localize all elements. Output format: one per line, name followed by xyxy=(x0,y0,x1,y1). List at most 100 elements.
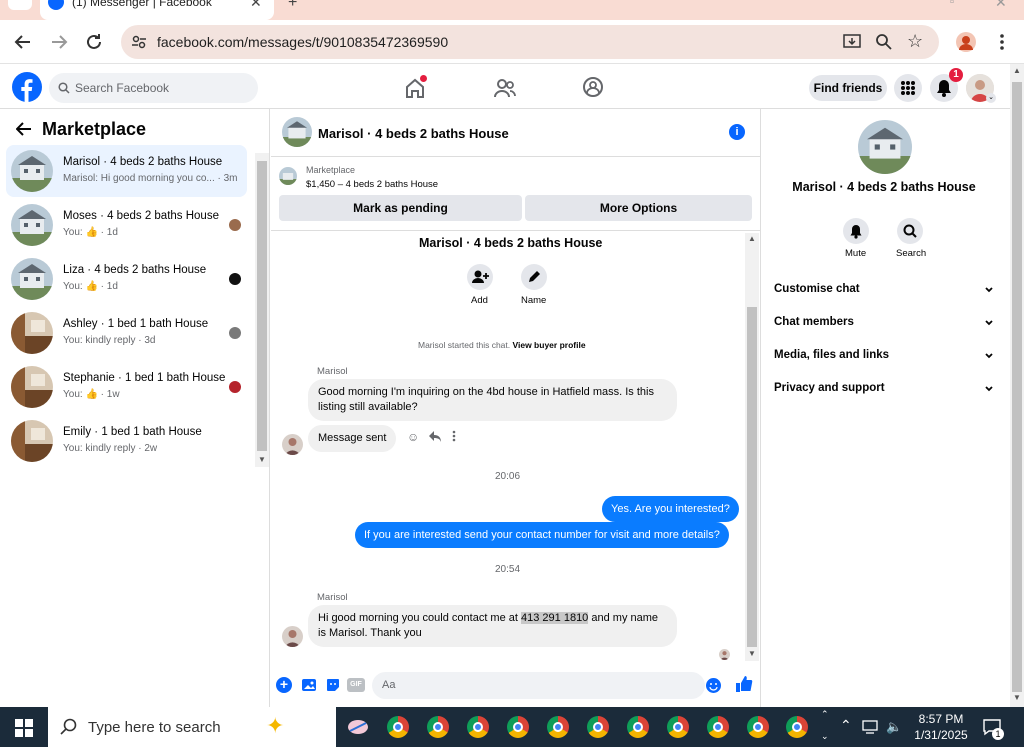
scrollbar-thumb[interactable] xyxy=(747,307,757,647)
info-icon[interactable]: i xyxy=(729,124,745,140)
mark-as-pending-button[interactable]: Mark as pending xyxy=(279,195,522,221)
mute-button[interactable] xyxy=(843,218,869,244)
chrome-taskbar-icon[interactable] xyxy=(467,716,489,738)
chrome-taskbar-icon[interactable] xyxy=(627,716,649,738)
find-friends-button[interactable]: Find friends xyxy=(809,75,887,101)
show-hidden-icons-icon[interactable]: ⌃ xyxy=(840,717,852,734)
sparkle-icon[interactable]: ✦ xyxy=(266,713,284,739)
sender-avatar[interactable] xyxy=(282,626,303,647)
outgoing-message[interactable]: Yes. Are you interested? xyxy=(602,496,739,522)
close-tab-icon[interactable]: ✕ xyxy=(250,0,262,11)
chrome-taskbar-icon[interactable] xyxy=(387,716,409,738)
section-customise-chat[interactable]: Customise chat xyxy=(762,277,1006,303)
scroll-up-icon[interactable]: ▲ xyxy=(748,234,756,243)
section-media-files-links[interactable]: Media, files and links xyxy=(762,343,1006,369)
windows-start-icon[interactable] xyxy=(15,719,33,737)
taskbar-search-box[interactable]: Type here to search ✦ xyxy=(48,707,336,747)
install-app-icon[interactable] xyxy=(843,33,861,51)
friends-nav-icon[interactable] xyxy=(493,77,517,99)
sender-avatar[interactable] xyxy=(282,434,303,455)
scroll-down-icon[interactable]: ▼ xyxy=(1013,693,1021,702)
taskbar-clock[interactable]: 8:57 PM 1/31/2025 xyxy=(908,711,974,743)
chat-title[interactable]: Marisol · 4 beds 2 baths House xyxy=(318,126,509,141)
add-member-button[interactable] xyxy=(467,264,493,290)
attach-photo-icon[interactable] xyxy=(301,677,317,693)
scrollbar-thumb[interactable] xyxy=(1012,82,1022,692)
close-window-icon[interactable]: ✕ xyxy=(995,0,1007,11)
browser-menu-icon[interactable] xyxy=(996,32,1008,52)
message-input[interactable]: Aa xyxy=(372,672,721,699)
incoming-message[interactable]: Hi good morning you could contact me at … xyxy=(308,605,677,647)
incoming-message[interactable]: Good morning I'm inquiring on the 4bd ho… xyxy=(308,379,677,421)
back-icon[interactable] xyxy=(11,30,35,54)
back-arrow-icon[interactable] xyxy=(16,122,32,136)
marketplace-listing-bar: Marketplace $1,450 – 4 beds 2 baths Hous… xyxy=(271,156,761,231)
zoom-icon[interactable] xyxy=(875,33,893,51)
conversation-item[interactable]: Ashley · 1 bed 1 bath House You: kindly … xyxy=(6,307,247,359)
chat-header-thumbnail[interactable] xyxy=(282,117,312,147)
chrome-taskbar-icon[interactable] xyxy=(747,716,769,738)
new-tab-icon[interactable]: + xyxy=(288,0,297,12)
scroll-down-icon[interactable]: ▼ xyxy=(258,455,266,464)
clock-date: 1/31/2025 xyxy=(914,728,968,742)
more-actions-plus-icon[interactable]: + xyxy=(276,677,292,693)
bookmark-star-icon[interactable]: ☆ xyxy=(907,31,923,52)
chat-scrollbar[interactable]: ▲ ▼ xyxy=(745,233,759,661)
chrome-taskbar-icon[interactable] xyxy=(667,716,689,738)
conversation-scrollbar[interactable]: ▼ xyxy=(255,153,269,467)
more-actions-icon[interactable] xyxy=(452,430,456,442)
reply-icon[interactable] xyxy=(428,429,442,443)
forward-icon[interactable] xyxy=(47,30,71,54)
conversation-item[interactable]: Marisol · 4 beds 2 baths House Marisol: … xyxy=(6,145,247,197)
browser-tab[interactable]: (1) Messenger | Facebook ✕ xyxy=(40,0,274,20)
menu-button[interactable] xyxy=(894,74,922,102)
volume-icon[interactable]: 🔈 xyxy=(886,719,902,735)
scroll-up-icon[interactable]: ▲ xyxy=(1013,66,1021,75)
conversation-item[interactable]: Stephanie · 1 bed 1 bath House You: 👍 · … xyxy=(6,361,247,413)
tab-search-button[interactable] xyxy=(8,0,32,10)
url-text[interactable]: facebook.com/messages/t/9010835472369590 xyxy=(157,34,448,50)
send-like-icon[interactable] xyxy=(735,675,753,693)
profile-icon[interactable] xyxy=(956,32,976,52)
sticker-icon[interactable] xyxy=(325,677,341,693)
highlighted-phone-number[interactable]: 413 291 1810 xyxy=(521,612,589,624)
outgoing-message[interactable]: If you are interested send your contact … xyxy=(355,522,729,548)
listing-avatar-large[interactable] xyxy=(858,120,912,174)
facebook-logo-icon[interactable] xyxy=(12,72,42,102)
facebook-search-input[interactable]: Search Facebook xyxy=(49,73,258,103)
conversation-item[interactable]: Liza · 4 beds 2 baths House You: 👍 · 1d xyxy=(6,253,247,305)
groups-nav-icon[interactable] xyxy=(582,76,604,98)
view-buyer-profile-link[interactable]: View buyer profile xyxy=(512,340,585,350)
address-bar[interactable]: facebook.com/messages/t/9010835472369590… xyxy=(121,25,939,59)
gif-icon[interactable]: GIF xyxy=(347,678,365,692)
message-sent-bubble[interactable]: Message sent xyxy=(308,425,397,452)
chrome-taskbar-icon[interactable] xyxy=(507,716,529,738)
site-settings-icon[interactable] xyxy=(131,34,147,50)
edit-name-button[interactable] xyxy=(521,264,547,290)
search-in-conversation-button[interactable] xyxy=(897,218,923,244)
taskbar-scroll-down-icon[interactable]: ⌄ xyxy=(821,731,829,742)
emoji-icon[interactable] xyxy=(706,678,721,693)
chrome-taskbar-icon[interactable] xyxy=(427,716,449,738)
conversation-item[interactable]: Emily · 1 bed 1 bath House You: kindly r… xyxy=(6,415,247,467)
scrollbar-thumb[interactable] xyxy=(257,161,267,451)
taskbar-scroll-up-icon[interactable]: ⌃ xyxy=(821,709,829,720)
section-chat-members[interactable]: Chat members xyxy=(762,310,1006,336)
section-privacy-support[interactable]: Privacy and support xyxy=(762,376,1006,402)
listing-price-title[interactable]: $1,450 – 4 beds 2 baths House xyxy=(306,179,438,190)
account-chevron-icon[interactable]: ⌄ xyxy=(986,93,996,103)
reload-icon[interactable] xyxy=(82,30,106,54)
chrome-taskbar-icon[interactable] xyxy=(786,716,808,738)
chrome-taskbar-icon[interactable] xyxy=(547,716,569,738)
chrome-taskbar-icon[interactable] xyxy=(707,716,729,738)
conversation-item[interactable]: Moses · 4 beds 2 baths House You: 👍 · 1d xyxy=(6,199,247,251)
restore-window-icon[interactable]: ▫ xyxy=(950,0,954,8)
more-options-button[interactable]: More Options xyxy=(525,195,752,221)
chrome-taskbar-icon[interactable] xyxy=(587,716,609,738)
pinned-app-icon[interactable] xyxy=(346,717,370,737)
page-scrollbar[interactable]: ▲ ▼ xyxy=(1010,64,1024,707)
network-icon[interactable] xyxy=(862,720,880,734)
react-emoji-icon[interactable]: ☺ xyxy=(407,430,419,444)
listing-thumbnail[interactable] xyxy=(279,167,297,185)
scroll-down-icon[interactable]: ▼ xyxy=(748,649,756,658)
